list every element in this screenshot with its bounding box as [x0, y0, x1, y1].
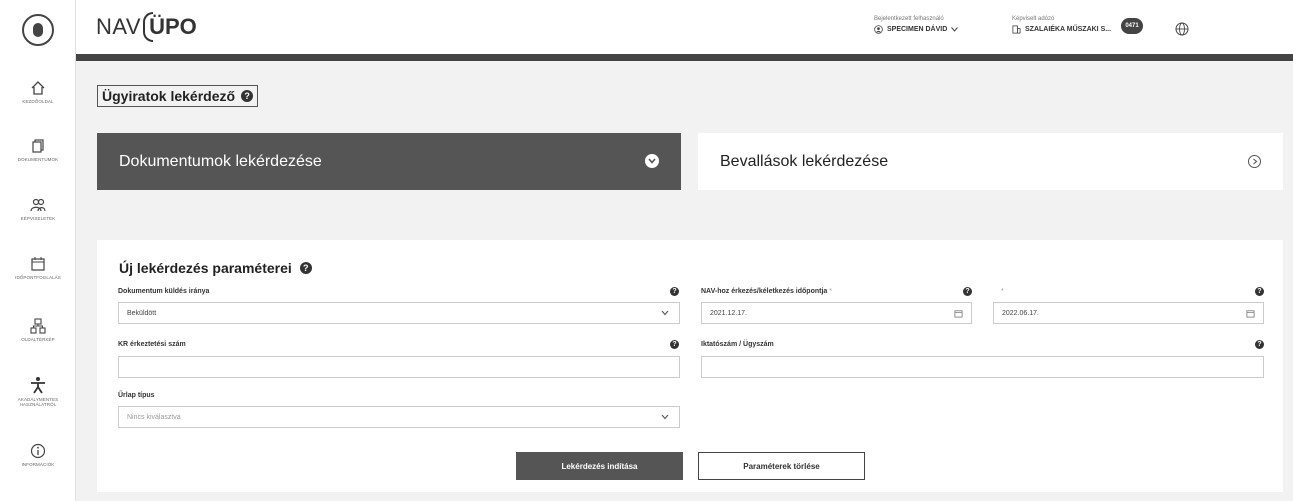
sidebar-item-label: DOKUMENTUMOK [17, 157, 59, 162]
help-icon[interactable]: ? [241, 90, 254, 102]
chevron-down-icon [645, 154, 659, 168]
sidebar-item-booking[interactable]: IDŐPONTFOGLALÁS [0, 256, 76, 280]
help-icon[interactable]: ? [1255, 287, 1264, 296]
brand-nav-text: NAV [96, 14, 142, 39]
top-header: NAV ÜPO Bejelentkezett felhasználó SPECI… [76, 0, 1293, 54]
date-to-label: * [1001, 288, 1004, 295]
header-divider [76, 54, 1293, 61]
language-globe-icon[interactable] [1175, 22, 1189, 36]
query-parameters-panel: Új lekérdezés paraméterei ? Dokumentum k… [97, 240, 1283, 492]
home-icon [31, 81, 45, 95]
user-name: SPECIMEN DÁVID [887, 26, 948, 33]
chevron-down-icon [951, 27, 959, 32]
user-icon [874, 25, 883, 34]
sidebar: KEZDŐOLDAL DOKUMENTUMOK KÉPVISELETEK IDŐ… [0, 0, 76, 501]
help-icon[interactable]: ? [670, 340, 679, 349]
sidebar-item-label: KÉPVISELETEK [20, 216, 56, 221]
form-type-select[interactable]: Nincs kiválasztva [118, 406, 680, 428]
date-label-text: NAV-hoz érkezés/kéletkezés időpontja [701, 288, 828, 295]
calendar-icon [31, 257, 45, 271]
people-icon [30, 198, 46, 212]
sidebar-item-label: OLDALTÉRKÉP [21, 337, 55, 342]
form-title: Új lekérdezés paraméterei ? [119, 260, 312, 276]
required-marker: * [829, 288, 832, 295]
iktato-number-input[interactable] [701, 356, 1264, 378]
help-icon[interactable]: ? [670, 287, 679, 296]
help-icon[interactable]: ? [1255, 340, 1264, 349]
chevron-down-icon [661, 414, 669, 420]
page-title-text: Ügyiratok lekérdező [102, 88, 236, 104]
accessibility-icon [31, 377, 45, 394]
messages-badge[interactable]: 0471 [1121, 18, 1143, 34]
form-type-label: Űrlap típus [118, 392, 155, 399]
nav-logo-icon[interactable] [22, 14, 54, 46]
date-from-field[interactable]: 2021.12.17. [701, 302, 972, 324]
sidebar-item-label: IDŐPONTFOGLALÁS [15, 275, 61, 280]
sidebar-item-sitemap[interactable]: OLDALTÉRKÉP [0, 318, 76, 342]
date-from-value: 2021.12.17. [710, 310, 747, 317]
start-query-button[interactable]: Lekérdezés indítása [516, 452, 683, 480]
sidebar-item-label: INFORMÁCIÓK [21, 462, 55, 467]
represented-taxpayer[interactable]: Képviselt adózó SZALAIÉKA MŰSZAKI S... [1012, 16, 1111, 34]
help-icon[interactable]: ? [963, 287, 972, 296]
chevron-down-icon [661, 310, 669, 316]
sitemap-icon [30, 318, 46, 334]
form-type-placeholder: Nincs kiválasztva [127, 414, 181, 421]
user-menu[interactable]: Bejelentkezett felhasználó SPECIMEN DÁVI… [874, 16, 959, 34]
iktato-label: Iktatószám / Ügyszám [701, 341, 774, 348]
rep-caption: Képviselt adózó [1012, 16, 1055, 22]
direction-select[interactable]: Beküldött [118, 302, 680, 324]
date-range-label: NAV-hoz érkezés/kéletkezés időpontja * [701, 288, 832, 295]
date-to-value: 2022.06.17. [1002, 310, 1039, 317]
tab-returns-label: Bevallások lekérdezése [720, 153, 889, 170]
calendar-icon[interactable] [954, 309, 963, 318]
tab-returns-query[interactable]: Bevallások lekérdezése [698, 133, 1283, 190]
page-title: Ügyiratok lekérdező ? [97, 85, 259, 107]
form-title-text: Új lekérdezés paraméterei [119, 260, 292, 276]
user-caption: Bejelentkezett felhasználó [874, 16, 944, 22]
sidebar-item-label: AKADÁLYMENTES HASZNÁLATRÓL [17, 397, 59, 407]
sidebar-item-home[interactable]: KEZDŐOLDAL [0, 80, 76, 104]
rep-name: SZALAIÉKA MŰSZAKI S... [1025, 26, 1112, 33]
clear-parameters-button[interactable]: Paraméterek törlése [698, 452, 865, 480]
kr-number-input[interactable] [118, 356, 680, 378]
direction-label: Dokumentum küldés iránya [118, 288, 210, 295]
calendar-icon[interactable] [1246, 309, 1255, 318]
help-icon[interactable]: ? [299, 262, 312, 274]
chevron-right-icon [1248, 155, 1261, 168]
sidebar-item-accessibility[interactable]: AKADÁLYMENTES HASZNÁLATRÓL [0, 376, 76, 407]
sidebar-item-info[interactable]: INFORMÁCIÓK [0, 443, 76, 467]
sidebar-item-label: KEZDŐOLDAL [22, 99, 54, 104]
brand-logo[interactable]: NAV ÜPO [96, 12, 197, 42]
direction-value: Beküldött [127, 310, 157, 317]
sidebar-item-documents[interactable]: DOKUMENTUMOK [0, 138, 76, 162]
tab-documents-query[interactable]: Dokumentumok lekérdezése [97, 133, 681, 190]
building-icon [1012, 25, 1021, 34]
kr-label: KR érkeztetési szám [118, 341, 186, 348]
date-to-field[interactable]: 2022.06.17. [993, 302, 1264, 324]
tab-documents-label: Dokumentumok lekérdezése [119, 153, 322, 170]
brand-upo-text: ÜPO [149, 14, 197, 39]
sidebar-item-representations[interactable]: KÉPVISELETEK [0, 197, 76, 221]
documents-icon [32, 139, 44, 153]
info-icon [30, 443, 46, 459]
